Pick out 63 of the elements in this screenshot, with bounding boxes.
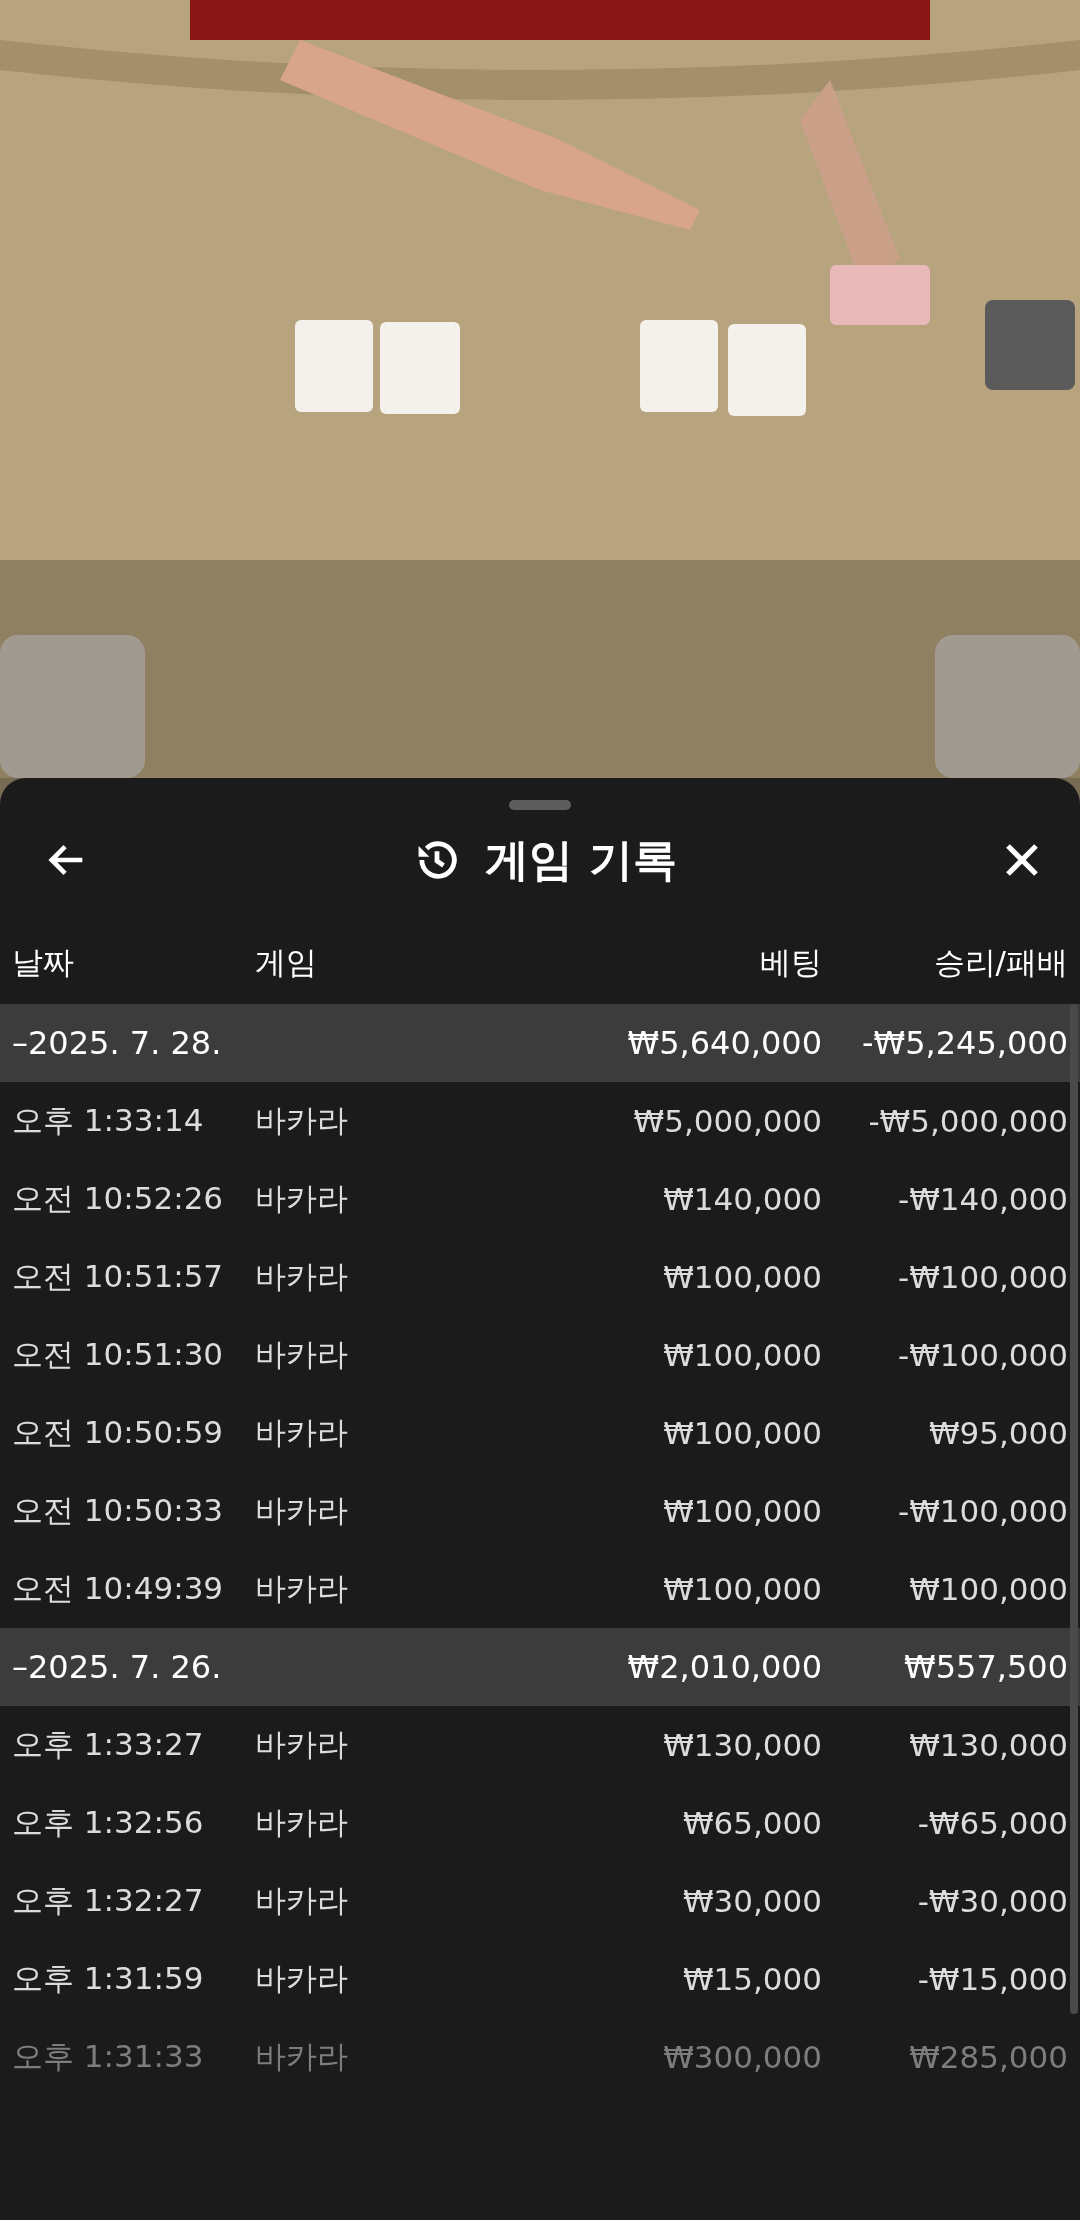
result-cell-text: -₩5,000,000 bbox=[867, 1103, 1068, 1139]
bet-cell-text: ₩100,000 bbox=[662, 1493, 822, 1529]
time-cell-text: 오후 1:33:14 bbox=[12, 1101, 205, 1140]
time-cell-text: 오전 10:50:59 bbox=[12, 1413, 225, 1452]
drag-handle[interactable] bbox=[509, 800, 571, 810]
time-cell-text: 오전 10:50:33 bbox=[12, 1491, 225, 1530]
time-cell-text: 오후 1:31:59 bbox=[12, 1959, 205, 1998]
bet-cell-text: ₩130,000 bbox=[662, 1727, 822, 1763]
result-cell-text: ₩285,000 bbox=[908, 2039, 1068, 2075]
game-cell-text: 바카라 bbox=[255, 1335, 349, 1374]
game-cell-text: 바카라 bbox=[255, 1803, 349, 1842]
time-cell-text: 오후 1:33:27 bbox=[12, 1725, 205, 1764]
game-cell-text: 바카라 bbox=[255, 1491, 349, 1530]
date-group-row[interactable]: –2025. 7. 28. ₩5,640,000 -₩5,245,000 bbox=[0, 1004, 1080, 1082]
time-cell-text: 오전 10:52:26 bbox=[12, 1179, 225, 1218]
result-cell-text: -₩65,000 bbox=[916, 1805, 1068, 1841]
result-cell-text: -₩100,000 bbox=[896, 1259, 1068, 1295]
bet-cell-text: ₩140,000 bbox=[662, 1181, 822, 1217]
bet-cell-text: ₩100,000 bbox=[662, 1415, 822, 1451]
result-cell-text: -₩100,000 bbox=[896, 1337, 1068, 1373]
group-bet-total: ₩2,010,000 bbox=[626, 1648, 822, 1686]
game-cell-text: 바카라 bbox=[255, 1881, 349, 1920]
group-result-total: -₩5,245,000 bbox=[860, 1024, 1068, 1062]
game-cell-text: 바카라 bbox=[255, 1101, 349, 1140]
result-cell-text: -₩140,000 bbox=[896, 1181, 1068, 1217]
time-cell-text: 오전 10:51:30 bbox=[12, 1335, 225, 1374]
result-cell-text: -₩100,000 bbox=[896, 1493, 1068, 1529]
game-cell-text: 바카라 bbox=[255, 1413, 349, 1452]
game-cell-text: 바카라 bbox=[255, 2037, 349, 2076]
time-cell-text: 오전 10:51:57 bbox=[12, 1257, 225, 1296]
column-header: 베팅 bbox=[759, 943, 822, 982]
bet-cell-text: ₩30,000 bbox=[681, 1883, 822, 1919]
bet-cell-text: ₩100,000 bbox=[662, 1259, 822, 1295]
result-cell-text: -₩15,000 bbox=[916, 1961, 1068, 1997]
bet-cell-text: ₩15,000 bbox=[681, 1961, 822, 1997]
result-cell-text: ₩130,000 bbox=[908, 1727, 1068, 1763]
scrollbar[interactable] bbox=[1070, 1004, 1078, 2014]
bet-cell-text: ₩100,000 bbox=[662, 1571, 822, 1607]
game-cell-text: 바카라 bbox=[255, 1179, 349, 1218]
time-cell-text: 오전 10:49:39 bbox=[12, 1569, 225, 1608]
column-header: 게임 bbox=[255, 943, 318, 982]
time-cell-text: 오후 1:32:56 bbox=[12, 1803, 205, 1842]
game-cell-text: 바카라 bbox=[255, 1257, 349, 1296]
group-result-total: ₩557,500 bbox=[903, 1648, 1068, 1686]
game-cell-text: 바카라 bbox=[255, 1959, 349, 1998]
result-cell-text: -₩30,000 bbox=[916, 1883, 1068, 1919]
bet-cell-text: ₩5,000,000 bbox=[632, 1103, 822, 1139]
bet-cell-text: ₩300,000 bbox=[662, 2039, 822, 2075]
group-bet-total: ₩5,640,000 bbox=[626, 1024, 822, 1062]
game-cell-text: 바카라 bbox=[255, 1725, 349, 1764]
result-cell-text: ₩95,000 bbox=[927, 1415, 1068, 1451]
sheet-title: 게임 기록 bbox=[485, 832, 677, 887]
column-header: 날짜 bbox=[12, 943, 75, 982]
time-cell-text: 오후 1:31:33 bbox=[12, 2037, 205, 2076]
bet-cell-text: ₩65,000 bbox=[681, 1805, 822, 1841]
date-group-row[interactable]: –2025. 7. 26. ₩2,010,000 ₩557,500 bbox=[0, 1628, 1080, 1706]
time-cell-text: 오후 1:32:27 bbox=[12, 1881, 205, 1920]
group-date: –2025. 7. 26. bbox=[12, 1648, 223, 1686]
result-cell-text: ₩100,000 bbox=[908, 1571, 1068, 1607]
game-cell-text: 바카라 bbox=[255, 1569, 349, 1608]
group-date: –2025. 7. 28. bbox=[12, 1024, 223, 1062]
column-header: 승리/패배 bbox=[932, 943, 1068, 982]
bet-cell-text: ₩100,000 bbox=[662, 1337, 822, 1373]
